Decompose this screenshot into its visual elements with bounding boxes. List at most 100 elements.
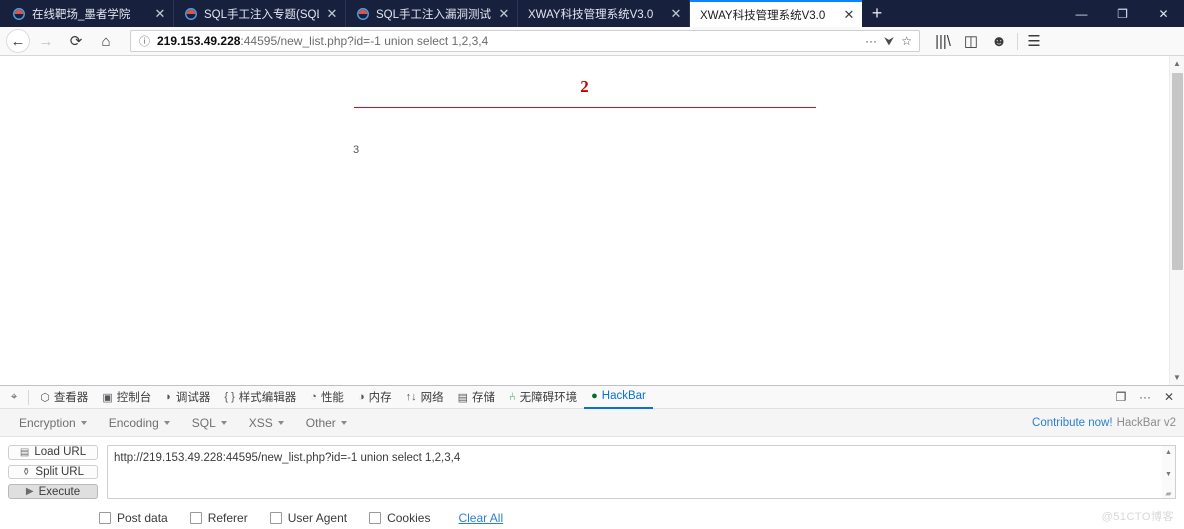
checkbox-cookies[interactable]: Cookies: [369, 511, 430, 525]
tab-style-editor[interactable]: { } 样式编辑器: [217, 386, 303, 408]
site-information-icon[interactable]: ⓘ: [137, 34, 152, 49]
page-scrollbar[interactable]: ▲ ▼: [1169, 56, 1184, 385]
browser-tab-1[interactable]: 在线靶场_墨者学院 ✕: [2, 0, 174, 27]
split-url-button[interactable]: ⚱ Split URL: [8, 464, 98, 480]
forward-icon: →: [38, 32, 54, 50]
responsive-design-icon[interactable]: ❐: [1110, 386, 1132, 408]
checkbox-label: User Agent: [287, 511, 348, 525]
scroll-down-icon[interactable]: ▼: [1162, 468, 1175, 481]
inspector-icon: ⬡: [40, 391, 50, 404]
tab-debugger[interactable]: ◗ 调试器: [158, 386, 217, 408]
close-window-button[interactable]: ✕: [1143, 0, 1184, 27]
browser-tab-2[interactable]: SQL手工注入专题(SQL Injectio ✕: [174, 0, 346, 27]
tab-close-icon[interactable]: ✕: [325, 6, 339, 21]
tab-label: 网络: [420, 392, 444, 404]
resize-grip-icon[interactable]: ▰: [1165, 490, 1171, 498]
element-picker-button[interactable]: ⌖: [4, 386, 24, 408]
checkbox-post-data[interactable]: Post data: [99, 511, 168, 525]
browser-tab-5-active[interactable]: XWAY科技管理系统V3.0 ✕: [690, 0, 862, 27]
tab-close-icon[interactable]: ✕: [669, 6, 683, 21]
scrollbar-thumb[interactable]: [1171, 73, 1183, 271]
clear-all-link[interactable]: Clear All: [458, 511, 503, 525]
chevron-down-icon: [340, 420, 347, 425]
tab-hackbar[interactable]: ● HackBar: [584, 386, 653, 409]
sidebar-icon[interactable]: ◫: [958, 29, 984, 53]
hackbar-body: ▤ Load URL ⚱ Split URL ▶ Execute ▲ ▼ ▰: [0, 437, 1184, 500]
checkbox-icon[interactable]: [269, 512, 282, 524]
tab-performance[interactable]: ◔ 性能: [303, 386, 351, 408]
new-tab-button[interactable]: +: [862, 0, 892, 27]
navigation-toolbar: ← → ⟳ ⌂ ⓘ 219.153.49.228:44595/new_list.…: [0, 27, 1184, 56]
back-icon[interactable]: ←: [6, 29, 30, 53]
menu-encoding[interactable]: Encoding: [98, 416, 181, 430]
home-icon[interactable]: ⌂: [92, 29, 120, 53]
checkbox-label: Cookies: [387, 511, 431, 525]
checkbox-referer[interactable]: Referer: [189, 511, 248, 525]
tab-inspector[interactable]: ⬡ 查看器: [33, 386, 95, 408]
tab-close-icon[interactable]: ✕: [153, 6, 167, 21]
tab-title: SQL手工注入专题(SQL Injectio: [204, 8, 319, 21]
toolbar-right-icons: |||\ ◫ ☻ ☰: [930, 29, 1049, 53]
maximize-restore-button[interactable]: ❐: [1102, 0, 1143, 27]
tab-memory[interactable]: ◑ 内存: [351, 386, 399, 408]
page-actions-icon[interactable]: ···: [865, 34, 877, 48]
checkbox-icon[interactable]: [99, 512, 111, 524]
scroll-up-icon[interactable]: ▲: [1162, 446, 1175, 459]
contribute-link[interactable]: Contribute now!: [1032, 417, 1113, 429]
checkbox-icon[interactable]: [369, 512, 382, 524]
tab-close-icon[interactable]: ✕: [497, 6, 511, 21]
scroll-down-icon[interactable]: ▼: [1169, 370, 1184, 385]
scroll-up-icon[interactable]: ▲: [1169, 56, 1184, 71]
tab-label: 存储: [472, 392, 495, 404]
menu-xss[interactable]: XSS: [238, 416, 295, 430]
bookmark-star-icon[interactable]: ☆: [901, 34, 912, 48]
checkbox-label: Post data: [117, 511, 168, 525]
network-icon: ↑↓: [405, 391, 417, 403]
tab-storage[interactable]: ▤ 存储: [451, 386, 502, 408]
textarea-scrollbar[interactable]: ▲ ▼ ▰: [1162, 445, 1176, 499]
menu-encryption[interactable]: Encryption: [8, 416, 98, 430]
toolbar-divider: [1017, 32, 1018, 50]
minimize-button[interactable]: —: [1061, 0, 1102, 27]
checkbox-icon[interactable]: [189, 512, 202, 524]
watermark: @51CTO博客: [1101, 511, 1174, 523]
tab-label: HackBar: [601, 390, 646, 402]
checkbox-user-agent[interactable]: User Agent: [269, 511, 348, 525]
load-url-button[interactable]: ▤ Load URL: [8, 445, 98, 460]
tab-title: XWAY科技管理系统V3.0: [700, 9, 826, 22]
devtools-tabbar: ⌖ ⬡ 查看器 ▣ 控制台 ◗ 调试器 { } 样式编辑器 ◔ 性能 ◑ 内存 …: [0, 386, 1184, 409]
url-bar[interactable]: ⓘ 219.153.49.228:44595/new_list.php?id=-…: [130, 30, 920, 52]
reload-icon[interactable]: ⟳: [62, 29, 90, 53]
execute-button[interactable]: ▶ Execute: [8, 484, 98, 500]
chevron-down-icon: [80, 420, 87, 425]
library-icon[interactable]: |||\: [930, 29, 956, 53]
hamburger-menu-icon[interactable]: ☰: [1021, 29, 1047, 53]
tab-label: 查看器: [53, 392, 89, 404]
tab-close-icon[interactable]: ✕: [842, 7, 856, 22]
url-path: :44595/new_list.php?id=-1 union select 1…: [240, 34, 489, 48]
browser-tab-4[interactable]: XWAY科技管理系统V3.0 ✕: [518, 0, 690, 27]
devtools-close-icon[interactable]: ✕: [1158, 386, 1180, 408]
tab-accessibility[interactable]: ⑃ 无障碍环境: [502, 386, 584, 408]
tab-strip: 在线靶场_墨者学院 ✕ SQL手工注入专题(SQL Injectio ✕ SQL…: [0, 0, 1184, 27]
tab-network[interactable]: ↑↓ 网络: [399, 386, 451, 408]
button-label: Execute: [38, 485, 81, 498]
picker-icon: ⌖: [11, 390, 18, 403]
menu-sql[interactable]: SQL: [181, 416, 238, 430]
hackbar-menubar: Encryption Encoding SQL XSS Other Contri…: [0, 409, 1184, 437]
scrollbar-track[interactable]: [1170, 71, 1184, 370]
tab-label: 性能: [320, 392, 344, 404]
menu-label: SQL: [191, 415, 216, 430]
devtools-more-icon[interactable]: ···: [1134, 386, 1156, 408]
accessibility-icon: ⑃: [509, 391, 516, 403]
account-icon[interactable]: ☻: [986, 29, 1012, 53]
hackbar-action-buttons: ▤ Load URL ⚱ Split URL ▶ Execute: [8, 445, 98, 500]
tab-console[interactable]: ▣ 控制台: [95, 386, 158, 408]
hackbar-options-row: Post data Referer User Agent Cookies Cle…: [0, 499, 1184, 529]
chevron-down-icon: [163, 420, 170, 425]
menu-other[interactable]: Other: [295, 416, 358, 430]
url-textarea[interactable]: [107, 445, 1162, 499]
page-viewport: 2 3 ▲ ▼: [0, 56, 1184, 385]
browser-tab-3[interactable]: SQL手工注入漏洞测试(MySQL ✕: [346, 0, 518, 27]
pocket-icon[interactable]: ⮟: [884, 34, 894, 49]
